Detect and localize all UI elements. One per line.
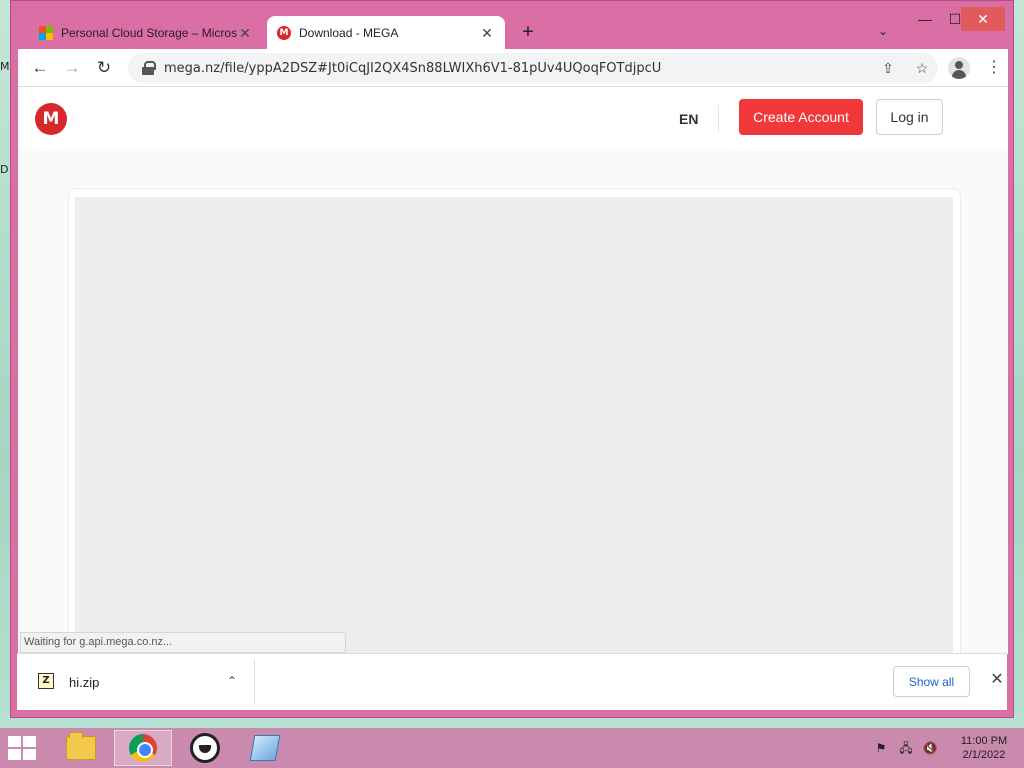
login-button[interactable]: Log in bbox=[876, 99, 943, 135]
url-text[interactable]: mega.nz/file/yppA2DSZ#Jt0iCqJI2QX4Sn88LW… bbox=[164, 61, 661, 76]
close-icon[interactable]: ✕ bbox=[961, 7, 1005, 31]
lock-icon[interactable] bbox=[142, 61, 156, 75]
close-shelf-icon[interactable]: ✕ bbox=[987, 670, 1007, 690]
taskbar-app[interactable] bbox=[176, 730, 234, 766]
menu-icon[interactable]: ⋮ bbox=[986, 56, 1002, 80]
clock-time: 11:00 PM bbox=[960, 735, 1008, 747]
paint-icon bbox=[249, 735, 281, 761]
mega-logo[interactable]: M bbox=[35, 103, 67, 135]
status-bubble: Waiting for g.api.mega.co.nz... bbox=[20, 632, 346, 653]
tab-personal-cloud-storage[interactable]: Personal Cloud Storage – Micros ✕ bbox=[29, 16, 263, 50]
close-tab-icon[interactable]: ✕ bbox=[237, 25, 253, 42]
new-tab-button[interactable]: + bbox=[516, 20, 540, 44]
close-tab-icon[interactable]: ✕ bbox=[479, 25, 495, 42]
show-all-button[interactable]: Show all bbox=[893, 666, 970, 697]
page-content: M EN Create Account Log in bbox=[18, 87, 1008, 654]
mega-favicon-icon: M bbox=[277, 26, 291, 40]
mega-header: M EN Create Account Log in bbox=[18, 87, 1008, 149]
chevron-up-icon[interactable]: ⌃ bbox=[223, 672, 241, 690]
browser-window: Personal Cloud Storage – Micros ✕ M Down… bbox=[10, 0, 1014, 718]
system-clock[interactable]: 11:00 PM 2/1/2022 bbox=[954, 734, 1014, 762]
language-selector[interactable]: EN bbox=[679, 111, 698, 127]
network-icon[interactable]: 🖧 bbox=[897, 740, 915, 756]
tab-title: Personal Cloud Storage – Micros bbox=[61, 26, 237, 40]
tab-search-chevron-icon[interactable]: ⌄ bbox=[873, 21, 893, 41]
download-shelf: Z hi.zip ⌃ Show all ✕ bbox=[17, 653, 1007, 710]
flag-icon[interactable]: ⚑ bbox=[872, 740, 890, 756]
taskbar-file-explorer[interactable] bbox=[52, 730, 110, 766]
download-item[interactable]: Z hi.zip ⌃ bbox=[17, 660, 255, 704]
tab-strip: Personal Cloud Storage – Micros ✕ M Down… bbox=[11, 1, 1013, 50]
microsoft-logo-icon bbox=[39, 26, 53, 40]
zip-file-icon: Z bbox=[38, 673, 54, 689]
app-icon bbox=[190, 733, 220, 763]
taskbar-chrome[interactable] bbox=[114, 730, 172, 766]
tab-download-mega[interactable]: M Download - MEGA ✕ bbox=[267, 16, 505, 50]
taskbar-paint[interactable] bbox=[236, 730, 294, 766]
reload-icon[interactable]: ↻ bbox=[92, 56, 116, 80]
download-file-name[interactable]: hi.zip bbox=[69, 675, 99, 690]
minimize-icon[interactable]: — bbox=[909, 7, 941, 31]
share-icon[interactable]: ⇪ bbox=[880, 60, 896, 76]
clock-date: 2/1/2022 bbox=[962, 749, 1006, 761]
back-arrow-icon[interactable]: ← bbox=[28, 56, 52, 80]
address-bar[interactable]: mega.nz/file/yppA2DSZ#Jt0iCqJI2QX4Sn88LW… bbox=[128, 53, 938, 83]
header-divider bbox=[718, 105, 719, 133]
profile-icon[interactable] bbox=[948, 57, 970, 79]
browser-toolbar: ← → ↻ mega.nz/file/yppA2DSZ#Jt0iCqJI2QX4… bbox=[18, 49, 1008, 87]
tab-title: Download - MEGA bbox=[299, 26, 399, 40]
taskbar: ⚑ 🖧 🔇 11:00 PM 2/1/2022 bbox=[0, 728, 1024, 768]
desktop-icon-label-fragment: D bbox=[0, 163, 9, 176]
desktop-icon-label-fragment: M bbox=[0, 60, 10, 73]
windows-logo-icon[interactable] bbox=[8, 736, 38, 760]
volume-muted-icon[interactable]: 🔇 bbox=[921, 740, 939, 756]
forward-arrow-icon[interactable]: → bbox=[60, 56, 84, 80]
chrome-icon bbox=[129, 734, 157, 762]
create-account-button[interactable]: Create Account bbox=[739, 99, 863, 135]
folder-icon bbox=[66, 732, 96, 760]
file-preview-placeholder bbox=[75, 197, 953, 654]
star-icon[interactable]: ☆ bbox=[914, 60, 930, 76]
